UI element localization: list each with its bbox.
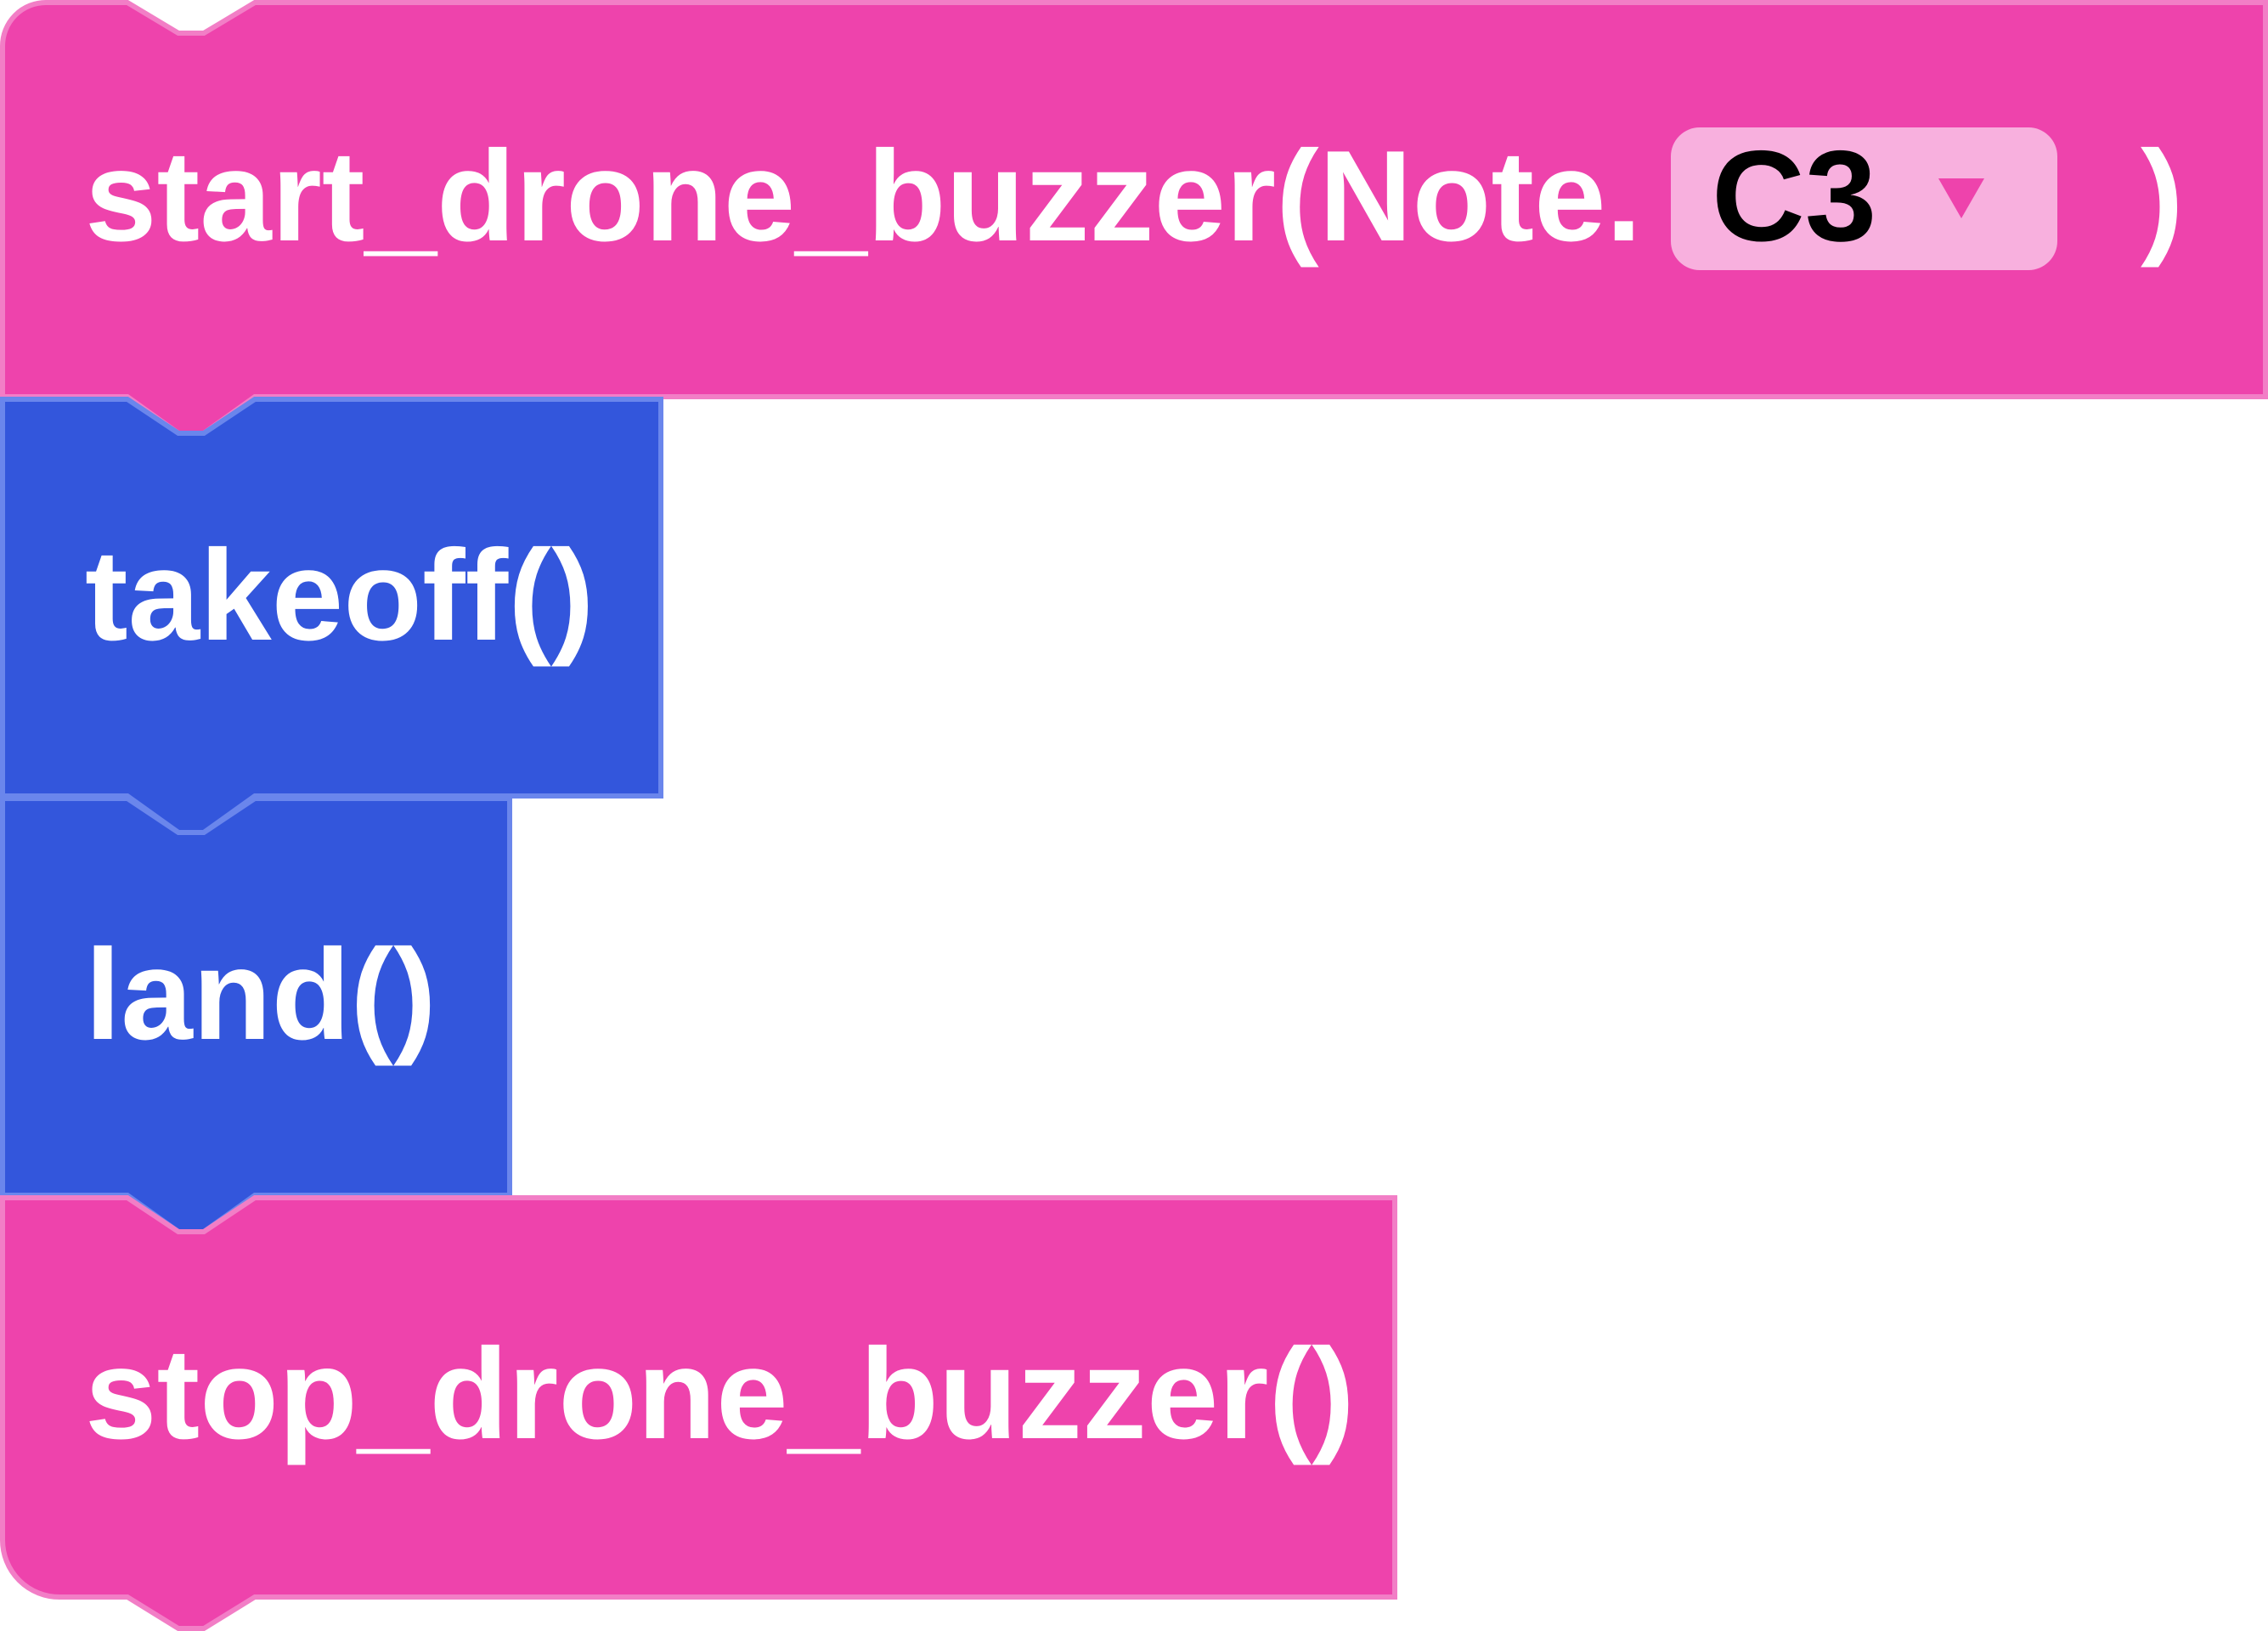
land-block[interactable]: land() <box>0 796 512 1234</box>
land-label: land() <box>85 923 437 1067</box>
note-dropdown[interactable]: C3 <box>1671 124 2057 270</box>
close-paren: ) <box>2141 124 2184 268</box>
stop-drone-buzzer-label: stop_drone_buzzer() <box>85 1322 1355 1466</box>
start-drone-buzzer-label: start_drone_buzzer(Note. <box>85 124 1642 268</box>
takeoff-block[interactable]: takeoff() <box>0 397 663 835</box>
note-dropdown-value: C3 <box>1712 124 1876 268</box>
block-workspace: start_drone_buzzer(Note. C3 ) takeoff() … <box>0 0 2268 1631</box>
start-drone-buzzer-block[interactable]: start_drone_buzzer(Note. C3 ) <box>0 0 2268 436</box>
stop-drone-buzzer-block[interactable]: stop_drone_buzzer() <box>0 1195 1397 1631</box>
takeoff-label: takeoff() <box>85 523 595 668</box>
